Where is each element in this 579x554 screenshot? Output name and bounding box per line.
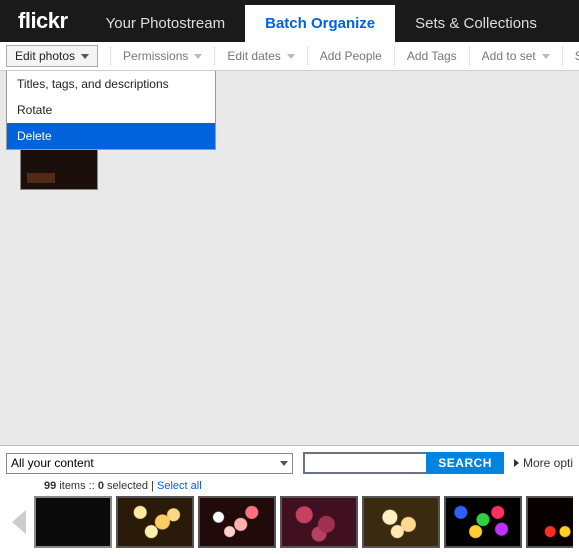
- strip-thumb[interactable]: [34, 496, 112, 548]
- chevron-down-icon: [542, 54, 550, 59]
- footer-controls: All your content SEARCH More opti: [6, 452, 573, 474]
- separator: [110, 47, 111, 65]
- chevron-down-icon: [194, 54, 202, 59]
- chevron-down-icon: [81, 54, 89, 59]
- search-button[interactable]: SEARCH: [426, 452, 504, 474]
- add-to-set-menu[interactable]: Add to set: [474, 42, 558, 70]
- strip-thumb[interactable]: [362, 496, 440, 548]
- header: flickr Your Photostream Batch Organize S…: [0, 0, 579, 42]
- selected-count: 0: [98, 480, 104, 492]
- item-count: 99: [44, 480, 56, 492]
- strip-thumb[interactable]: [526, 496, 573, 548]
- tab-batch-organize[interactable]: Batch Organize: [245, 5, 395, 42]
- strip-prev-arrow[interactable]: [12, 510, 26, 534]
- triangle-right-icon: [514, 459, 519, 467]
- status-row: 99 items :: 0 selected | Select all: [6, 474, 573, 496]
- add-tags-button[interactable]: Add Tags: [399, 42, 465, 70]
- edit-photos-dropdown: Titles, tags, and descriptions Rotate De…: [6, 71, 216, 150]
- dropdown-item-titles-tags[interactable]: Titles, tags, and descriptions: [7, 71, 215, 97]
- permissions-menu[interactable]: Permissions: [115, 42, 210, 70]
- send-to-group-button[interactable]: Send to gro: [567, 42, 579, 70]
- strip-thumbs: [34, 496, 573, 548]
- content-filter-select[interactable]: All your content: [6, 453, 293, 474]
- chevron-down-icon: [280, 461, 288, 466]
- permissions-label: Permissions: [123, 49, 188, 63]
- strip-thumb[interactable]: [198, 496, 276, 548]
- tab-sets-collections[interactable]: Sets & Collections: [395, 5, 557, 42]
- edit-dates-menu[interactable]: Edit dates: [219, 42, 302, 70]
- separator: [307, 47, 308, 65]
- strip-thumb[interactable]: [444, 496, 522, 548]
- footer: All your content SEARCH More opti 99 ite…: [0, 446, 579, 554]
- separator: [214, 47, 215, 65]
- dropdown-item-delete[interactable]: Delete: [7, 123, 215, 149]
- thumbnail-strip: [6, 496, 573, 554]
- logo[interactable]: flickr: [0, 8, 86, 42]
- strip-thumb[interactable]: [116, 496, 194, 548]
- content-filter-value: All your content: [11, 456, 94, 470]
- edit-dates-label: Edit dates: [227, 49, 280, 63]
- search-input[interactable]: [303, 452, 426, 474]
- add-people-button[interactable]: Add People: [312, 42, 390, 70]
- tab-photostream[interactable]: Your Photostream: [86, 5, 246, 42]
- separator: [469, 47, 470, 65]
- edit-photos-label: Edit photos: [15, 49, 75, 63]
- more-options-label: More opti: [523, 456, 573, 470]
- edit-photos-menu[interactable]: Edit photos: [6, 45, 98, 67]
- toolbar: Edit photos Permissions Edit dates Add P…: [0, 42, 579, 71]
- chevron-down-icon: [287, 54, 295, 59]
- add-to-set-label: Add to set: [482, 49, 536, 63]
- separator: [394, 47, 395, 65]
- dropdown-item-rotate[interactable]: Rotate: [7, 97, 215, 123]
- more-options-link[interactable]: More opti: [514, 456, 573, 470]
- strip-thumb[interactable]: [280, 496, 358, 548]
- separator: [562, 47, 563, 65]
- select-all-link[interactable]: Select all: [157, 480, 202, 492]
